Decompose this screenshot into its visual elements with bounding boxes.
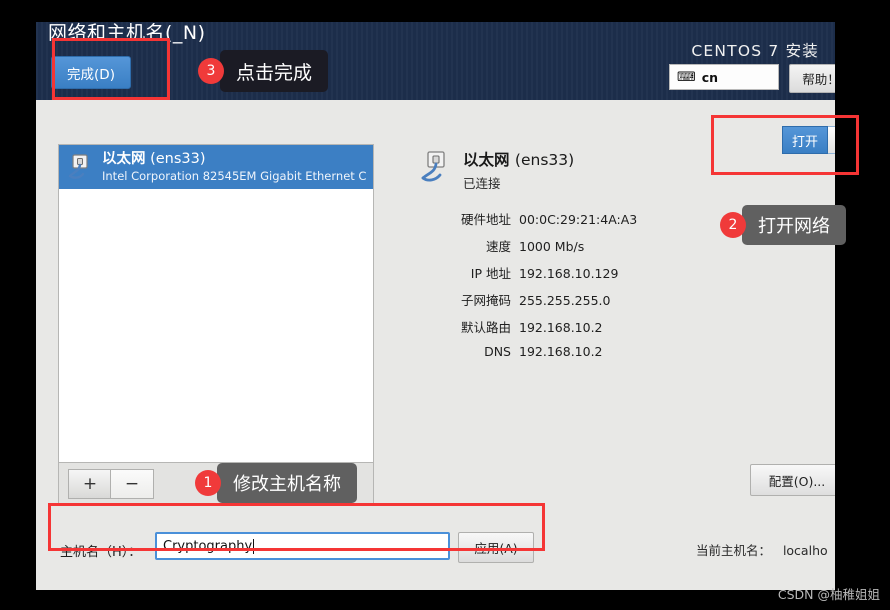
property-key: 默认路由 <box>460 320 511 335</box>
list-item-device: (ens33) <box>150 151 206 168</box>
ethernet-icon <box>418 149 454 185</box>
installer-body: 以太网 (ens33) Intel Corporation 82545EM Gi… <box>36 100 835 590</box>
list-item-name: 以太网 <box>102 151 146 168</box>
property-key: DNS <box>484 344 511 359</box>
installer-header: 网络和主机名(_N) 完成(D) CENTOS 7 安装 ⌨ cn 帮助！ <box>36 22 835 100</box>
property-key: 子网掩码 <box>460 293 511 308</box>
callout-1: 1 修改主机名称 <box>195 463 357 503</box>
device-name-text: 以太网 <box>463 151 510 169</box>
hostname-input-value: Cryptography <box>163 538 253 554</box>
callout-badge: 2 <box>720 212 746 238</box>
configure-button[interactable]: 配置(O)... <box>750 464 835 496</box>
current-hostname-label: 当前主机名： <box>696 543 772 558</box>
list-item-title: 以太网 (ens33) <box>102 151 367 169</box>
property-key: 速度 <box>485 239 511 254</box>
callout-2: 2 打开网络 <box>720 205 846 245</box>
callout-3: 3 点击完成 <box>198 50 329 92</box>
property-key: 硬件地址 <box>460 212 511 227</box>
device-name: 以太网 (ens33) <box>463 148 574 170</box>
help-button[interactable]: 帮助！ <box>789 64 835 93</box>
callout-text: 点击完成 <box>220 50 329 92</box>
keyboard-layout-label: cn <box>701 69 719 85</box>
screenshot-root: 网络和主机名(_N) 完成(D) CENTOS 7 安装 ⌨ cn 帮助！ <box>0 0 890 610</box>
watermark: CSDN @柚稚姐姐 <box>777 587 880 602</box>
list-item-description: Intel Corporation 82545EM Gigabit Ethern… <box>102 168 367 183</box>
property-key: IP 地址 <box>470 266 511 281</box>
device-id-text: (ens33) <box>514 151 575 169</box>
network-enable-toggle[interactable]: 打开 <box>782 126 835 154</box>
property-row: IP 地址 192.168.10.129 <box>396 263 826 290</box>
property-row: 子网掩码 255.255.255.0 <box>396 290 826 317</box>
list-item-text: 以太网 (ens33) Intel Corporation 82545EM Gi… <box>102 151 367 183</box>
toggle-on-label: 打开 <box>782 126 828 154</box>
property-value: 255.255.255.0 <box>519 293 611 308</box>
property-value: 192.168.10.2 <box>519 344 603 359</box>
current-hostname-value: localho <box>782 543 828 558</box>
keyboard-layout-indicator[interactable]: ⌨ cn <box>669 64 779 90</box>
property-value: 1000 Mb/s <box>519 239 585 254</box>
installer-window: 网络和主机名(_N) 完成(D) CENTOS 7 安装 ⌨ cn 帮助！ <box>36 22 835 590</box>
property-value: 00:0C:29:21:4A:A3 <box>519 212 638 227</box>
hostname-input[interactable]: Cryptography <box>155 532 450 560</box>
property-value: 192.168.10.129 <box>519 266 619 281</box>
property-value: 192.168.10.2 <box>519 320 603 335</box>
product-brand: CENTOS 7 安装 <box>691 42 819 60</box>
current-hostname: 当前主机名： localho <box>696 540 828 559</box>
device-detail-panel: 以太网 (ens33) 已连接 硬件地址 00:0C:29:21:4A:A3 速… <box>396 148 826 371</box>
callout-text: 修改主机名称 <box>217 463 357 503</box>
network-device-list[interactable]: 以太网 (ens33) Intel Corporation 82545EM Gi… <box>58 144 374 463</box>
device-status: 已连接 <box>463 176 501 191</box>
ethernet-icon <box>65 152 95 182</box>
text-caret <box>253 538 255 554</box>
done-button[interactable]: 完成(D) <box>51 56 131 89</box>
property-row: DNS 192.168.10.2 <box>396 344 826 371</box>
device-detail-title-block: 以太网 (ens33) 已连接 <box>463 148 574 192</box>
apply-button[interactable]: 应用(A) <box>458 532 534 563</box>
hostname-label: 主机名（H）： <box>60 545 142 560</box>
dialog-title: 网络和主机名(_N) <box>48 22 206 44</box>
add-device-button[interactable]: + <box>68 469 112 499</box>
property-row: 默认路由 192.168.10.2 <box>396 317 826 344</box>
toggle-knob[interactable] <box>828 126 835 154</box>
remove-device-button[interactable]: − <box>110 469 154 499</box>
list-item[interactable]: 以太网 (ens33) Intel Corporation 82545EM Gi… <box>59 145 373 189</box>
keyboard-icon: ⌨ <box>677 69 696 85</box>
callout-badge: 1 <box>195 470 221 496</box>
callout-badge: 3 <box>198 58 224 84</box>
device-detail-header: 以太网 (ens33) 已连接 <box>396 148 826 192</box>
callout-text: 打开网络 <box>742 205 846 245</box>
